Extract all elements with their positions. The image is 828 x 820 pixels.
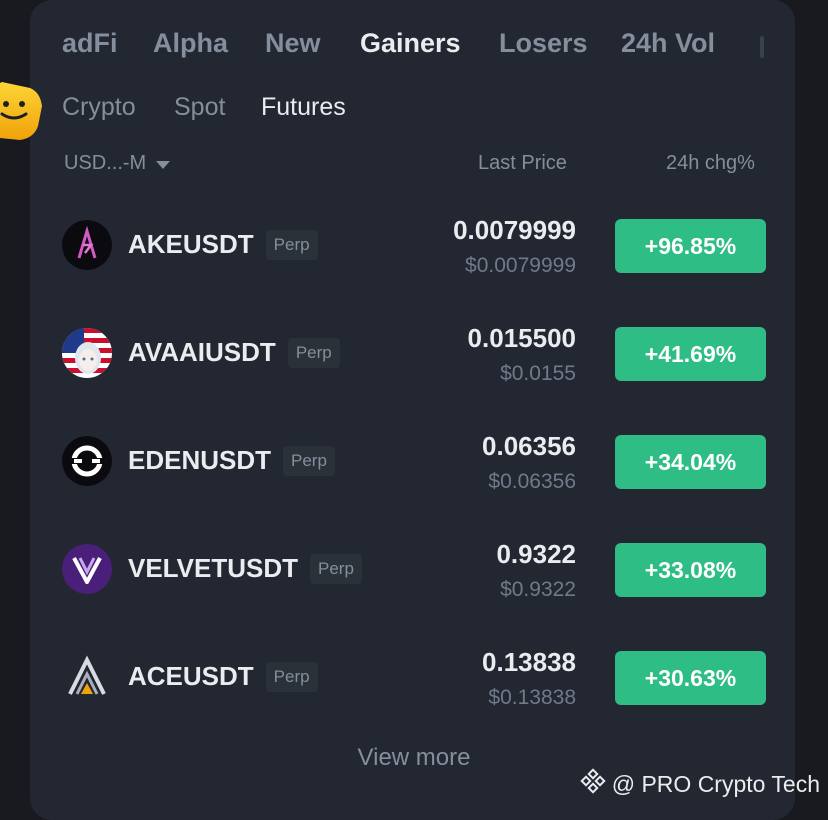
watermark-text: @ PRO Crypto Tech <box>611 770 820 797</box>
perp-badge: Perp <box>287 337 340 368</box>
symbol-cell: ACEUSDT Perp <box>128 661 318 692</box>
perp-badge: Perp <box>283 445 335 476</box>
fiat-price: $0.06356 <box>488 470 576 493</box>
tab-overflow-indicator <box>760 36 764 58</box>
subtab-crypto[interactable]: Crypto <box>62 93 136 122</box>
caret-down-icon <box>156 160 171 169</box>
column-header-24h-change[interactable]: 24h chg% <box>666 152 755 175</box>
change-badge: +33.08% <box>615 543 766 597</box>
change-badge: +96.85% <box>615 219 766 273</box>
symbol-name: EDENUSDT <box>128 445 272 475</box>
perp-badge: Perp <box>265 661 318 692</box>
ake-logo-icon <box>62 220 112 270</box>
fiat-price: $0.0155 <box>500 362 576 385</box>
symbol-name: ACEUSDT <box>128 661 254 691</box>
change-badge: +41.69% <box>615 327 766 381</box>
eden-logo-icon <box>62 436 112 486</box>
contract-filter-dropdown[interactable]: USD...-M <box>64 152 171 175</box>
fiat-price: $0.0079999 <box>465 254 576 277</box>
binance-logo-icon <box>580 768 606 800</box>
tab-gainers[interactable]: Gainers <box>360 28 461 59</box>
symbol-cell: AVAAIUSDT Perp <box>128 337 340 368</box>
fiat-price: $0.13838 <box>488 686 576 709</box>
velvet-logo-icon <box>62 544 112 594</box>
perp-badge: Perp <box>265 229 318 260</box>
watermark: @ PRO Crypto Tech <box>580 768 820 800</box>
tab-defi[interactable]: adFi <box>62 28 118 59</box>
symbol-cell: VELVETUSDT Perp <box>128 553 362 584</box>
change-badge: +30.63% <box>615 651 766 705</box>
symbol-cell: AKEUSDT Perp <box>128 229 318 260</box>
market-row[interactable]: ACEUSDT Perp 0.13838 $0.13838 +30.63% <box>0 627 828 727</box>
market-row[interactable]: AVAAIUSDT Perp 0.015500 $0.0155 +41.69% <box>0 303 828 403</box>
avaai-logo-icon <box>62 328 112 378</box>
symbol-name: AKEUSDT <box>128 229 254 259</box>
filter-label: USD...-M <box>64 152 147 174</box>
fiat-price: $0.9322 <box>500 578 576 601</box>
symbol-name: AVAAIUSDT <box>128 337 276 367</box>
symbol-name: VELVETUSDT <box>128 553 298 583</box>
last-price: 0.0079999 <box>453 215 576 245</box>
smiley-mascot-icon[interactable] <box>0 78 44 144</box>
tab-24h-vol[interactable]: 24h Vol <box>621 28 715 59</box>
subtab-futures[interactable]: Futures <box>261 93 346 122</box>
tab-new[interactable]: New <box>265 28 321 59</box>
tab-alpha[interactable]: Alpha <box>153 28 228 59</box>
perp-badge: Perp <box>309 553 362 584</box>
market-row[interactable]: VELVETUSDT Perp 0.9322 $0.9322 +33.08% <box>0 519 828 619</box>
last-price: 0.015500 <box>467 323 576 353</box>
change-badge: +34.04% <box>615 435 766 489</box>
ace-logo-icon <box>62 652 112 702</box>
last-price: 0.06356 <box>482 431 576 461</box>
last-price: 0.9322 <box>496 539 576 569</box>
tab-losers[interactable]: Losers <box>499 28 588 59</box>
subtab-spot[interactable]: Spot <box>174 93 225 122</box>
last-price: 0.13838 <box>482 647 576 677</box>
market-row[interactable]: EDENUSDT Perp 0.06356 $0.06356 +34.04% <box>0 411 828 511</box>
market-row[interactable]: AKEUSDT Perp 0.0079999 $0.0079999 +96.85… <box>0 195 828 295</box>
symbol-cell: EDENUSDT Perp <box>128 445 335 476</box>
column-header-last-price[interactable]: Last Price <box>478 152 567 175</box>
